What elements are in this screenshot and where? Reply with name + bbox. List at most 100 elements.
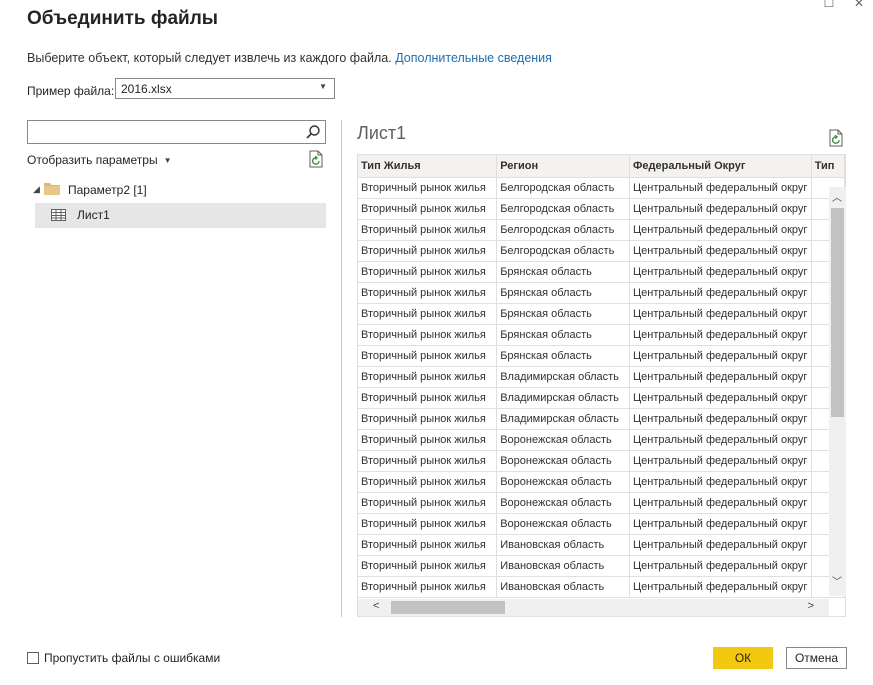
table-row: Вторичный рынок жилья Белгородская област… xyxy=(358,198,845,220)
table-cell: Белгородская область xyxy=(496,177,631,199)
table-cell: Вторичный рынок жилья xyxy=(358,324,498,346)
table-row: Вторичный рынок жилья Ивановская область Ц… xyxy=(358,576,845,598)
table-cell: Центральный федеральный округ xyxy=(629,219,812,241)
search-icon[interactable] xyxy=(305,124,321,140)
table-row: Вторичный рынок жилья Ивановская область Ц… xyxy=(358,555,845,577)
sample-file-label: Пример файла: xyxy=(27,84,115,98)
table-cell: Вторичный рынок жилья xyxy=(358,513,498,535)
table-cell: Центральный федеральный округ xyxy=(629,282,812,304)
table-cell: Центральный федеральный округ xyxy=(629,513,812,535)
scroll-left-icon[interactable]: < xyxy=(373,600,379,612)
close-button[interactable]: ✕ xyxy=(852,0,866,10)
pane-divider[interactable] xyxy=(341,120,342,617)
table-cell: Центральный федеральный округ xyxy=(629,555,812,577)
vertical-scroll-thumb[interactable] xyxy=(831,208,844,417)
scroll-up-icon[interactable]: ︿ xyxy=(832,189,842,204)
table-cell: Центральный федеральный округ xyxy=(629,366,812,388)
table-cell: Вторичный рынок жилья xyxy=(358,408,498,430)
table-row: Вторичный рынок жилья Белгородская област… xyxy=(358,219,845,241)
preview-title: Лист1 xyxy=(357,123,407,143)
table-row: Вторичный рынок жилья Белгородская област… xyxy=(358,177,845,199)
table-cell: Центральный федеральный округ xyxy=(629,576,812,598)
table-row: Вторичный рынок жилья Брянская область Цен… xyxy=(358,261,845,283)
table-cell: Центральный федеральный округ xyxy=(629,534,812,556)
collapse-arrow-icon[interactable]: ◢ xyxy=(33,184,40,195)
table-cell: Центральный федеральный округ xyxy=(629,450,812,472)
table-cell: Брянская область xyxy=(496,324,631,346)
dialog-title: Объединить файлы xyxy=(27,8,219,29)
horizontal-scroll-thumb[interactable] xyxy=(391,601,505,614)
table-row: Вторичный рынок жилья Воронежская область… xyxy=(358,429,845,451)
table-row: Вторичный рынок жилья Владимирская област… xyxy=(358,366,845,388)
table-cell: Вторичный рынок жилья xyxy=(358,345,498,367)
refresh-icon[interactable] xyxy=(828,129,844,147)
table-cell: Ивановская область xyxy=(496,555,631,577)
table-row: Вторичный рынок жилья Ивановская область Ц… xyxy=(358,534,845,556)
table-cell: Центральный федеральный округ xyxy=(629,429,812,451)
display-params-menu[interactable]: Отобразить параметры ▼ xyxy=(27,153,172,167)
table-cell: Брянская область xyxy=(496,303,631,325)
table-cell: Центральный федеральный округ xyxy=(629,471,812,493)
table-cell: Вторичный рынок жилья xyxy=(358,198,498,220)
table-cell: Брянская область xyxy=(496,261,631,283)
checkbox-box[interactable] xyxy=(27,652,39,664)
table-cell: Центральный федеральный округ xyxy=(629,345,812,367)
maximize-button[interactable]: ☐ xyxy=(822,0,836,10)
column-header[interactable]: Федеральный Округ xyxy=(629,155,812,178)
learn-more-link[interactable]: Дополнительные сведения xyxy=(395,51,552,65)
horizontal-scrollbar[interactable]: < > xyxy=(358,599,829,616)
table-cell: Центральный федеральный округ xyxy=(629,240,812,262)
table-cell: Центральный федеральный округ xyxy=(629,177,812,199)
table-row: Вторичный рынок жилья Брянская область Цен… xyxy=(358,303,845,325)
skip-errors-label: Пропустить файлы с ошибками xyxy=(44,651,221,665)
chevron-down-icon: ▼ xyxy=(163,156,172,165)
display-params-label: Отобразить параметры xyxy=(27,153,158,167)
table-cell: Брянская область xyxy=(496,282,631,304)
table-cell: Центральный федеральный округ xyxy=(629,198,812,220)
table-row: Вторичный рынок жилья Воронежская область… xyxy=(358,492,845,514)
search-input[interactable] xyxy=(27,120,326,144)
table-cell: Центральный федеральный округ xyxy=(629,387,812,409)
column-header[interactable]: Тип Жилья xyxy=(358,155,498,178)
table-cell: Вторичный рынок жилья xyxy=(358,450,498,472)
chevron-down-icon: ▼ xyxy=(319,82,327,91)
table-cell: Вторичный рынок жилья xyxy=(358,282,498,304)
refresh-icon[interactable] xyxy=(308,150,324,168)
table-icon xyxy=(51,209,66,221)
preview-table: Тип Жилья Регион Федеральный Округ Тип Втор… xyxy=(357,154,846,617)
table-cell: Вторичный рынок жилья xyxy=(358,240,498,262)
sample-file-value: 2016.xlsx xyxy=(121,82,172,96)
table-cell: Владимирская область xyxy=(496,387,631,409)
cancel-button[interactable]: Отмена xyxy=(786,647,847,669)
table-cell: Вторичный рынок жилья xyxy=(358,576,498,598)
table-row: Вторичный рынок жилья Воронежская область… xyxy=(358,471,845,493)
table-cell: Вторичный рынок жилья xyxy=(358,366,498,388)
vertical-scrollbar[interactable]: ︿ ﹀ xyxy=(829,187,846,596)
sample-file-dropdown[interactable]: 2016.xlsx ▼ xyxy=(115,78,335,99)
tree-item-parameter[interactable]: ◢ Параметр2 [1] xyxy=(33,180,323,200)
table-row: Вторичный рынок жилья Воронежская область… xyxy=(358,450,845,472)
column-header[interactable]: Регион xyxy=(496,155,631,178)
table-cell: Центральный федеральный округ xyxy=(629,324,812,346)
table-row: Вторичный рынок жилья Владимирская област… xyxy=(358,387,845,409)
table-cell: Вторичный рынок жилья xyxy=(358,261,498,283)
table-cell: Вторичный рынок жилья xyxy=(358,177,498,199)
dialog-subtitle: Выберите объект, который следует извлечь… xyxy=(27,51,552,65)
table-cell: Воронежская область xyxy=(496,450,631,472)
table-row: Вторичный рынок жилья Брянская область Цен… xyxy=(358,345,845,367)
scroll-right-icon[interactable]: > xyxy=(808,600,814,612)
scroll-down-icon[interactable]: ﹀ xyxy=(832,573,842,588)
table-cell: Воронежская область xyxy=(496,429,631,451)
subtitle-text: Выберите объект, который следует извлечь… xyxy=(27,51,392,65)
skip-errors-checkbox[interactable]: Пропустить файлы с ошибками xyxy=(27,651,220,665)
table-cell: Вторичный рынок жилья xyxy=(358,471,498,493)
column-header[interactable]: Тип xyxy=(811,155,845,178)
table-row: Вторичный рынок жилья Воронежская область… xyxy=(358,513,845,535)
tree-item-sheet[interactable]: Лист1 xyxy=(35,203,326,228)
table-cell: Воронежская область xyxy=(496,513,631,535)
table-cell: Ивановская область xyxy=(496,534,631,556)
table-cell: Белгородская область xyxy=(496,219,631,241)
table-cell: Ивановская область xyxy=(496,576,631,598)
ok-button[interactable]: ОК xyxy=(713,647,773,669)
table-cell: Центральный федеральный округ xyxy=(629,492,812,514)
